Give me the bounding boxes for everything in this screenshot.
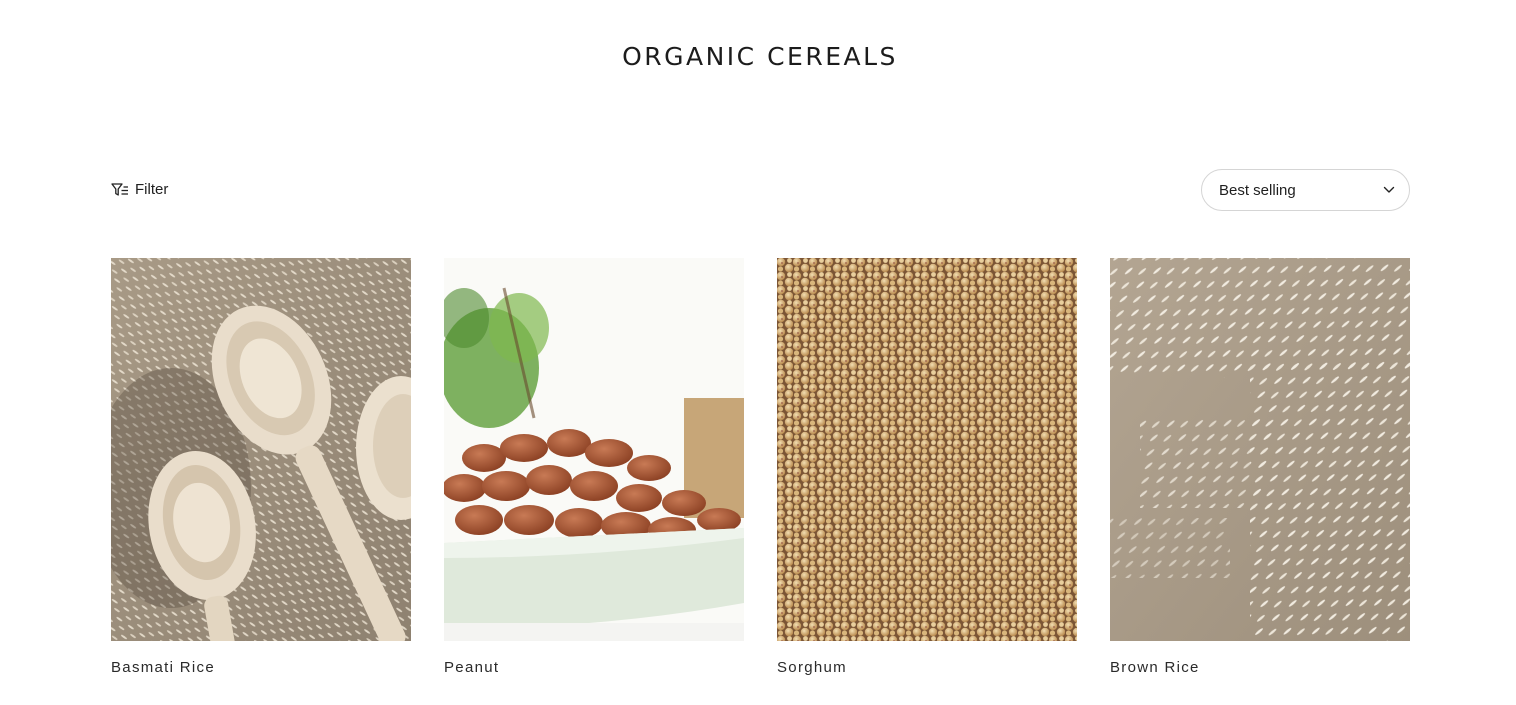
product-name[interactable]: Peanut — [444, 659, 744, 676]
filter-button[interactable]: Filter — [111, 181, 168, 198]
filter-label: Filter — [135, 181, 169, 198]
product-card[interactable]: Basmati Rice — [111, 258, 411, 676]
product-name[interactable]: Sorghum — [777, 659, 1077, 676]
product-image[interactable] — [111, 258, 411, 641]
product-grid: Basmati Rice Peanut Sorghum Brown Rice — [111, 258, 1410, 676]
product-card[interactable]: Brown Rice — [1110, 258, 1410, 676]
filter-icon — [111, 182, 128, 196]
collection-toolbar: Filter Best selling — [111, 169, 1410, 213]
sort-selected-value: Best selling — [1219, 181, 1296, 199]
product-name[interactable]: Basmati Rice — [111, 659, 411, 676]
product-card[interactable]: Sorghum — [777, 258, 1077, 676]
product-card[interactable]: Peanut — [444, 258, 744, 676]
product-image[interactable] — [1110, 258, 1410, 641]
page-title: ORGANIC CEREALS — [622, 42, 898, 71]
product-image[interactable] — [444, 258, 744, 641]
collection-page: ORGANIC CEREALS Filter Best selling Basm… — [0, 0, 1516, 705]
chevron-down-icon — [1383, 186, 1395, 193]
product-name[interactable]: Brown Rice — [1110, 659, 1410, 676]
sort-select[interactable]: Best selling — [1201, 169, 1410, 211]
product-image[interactable] — [777, 258, 1077, 641]
